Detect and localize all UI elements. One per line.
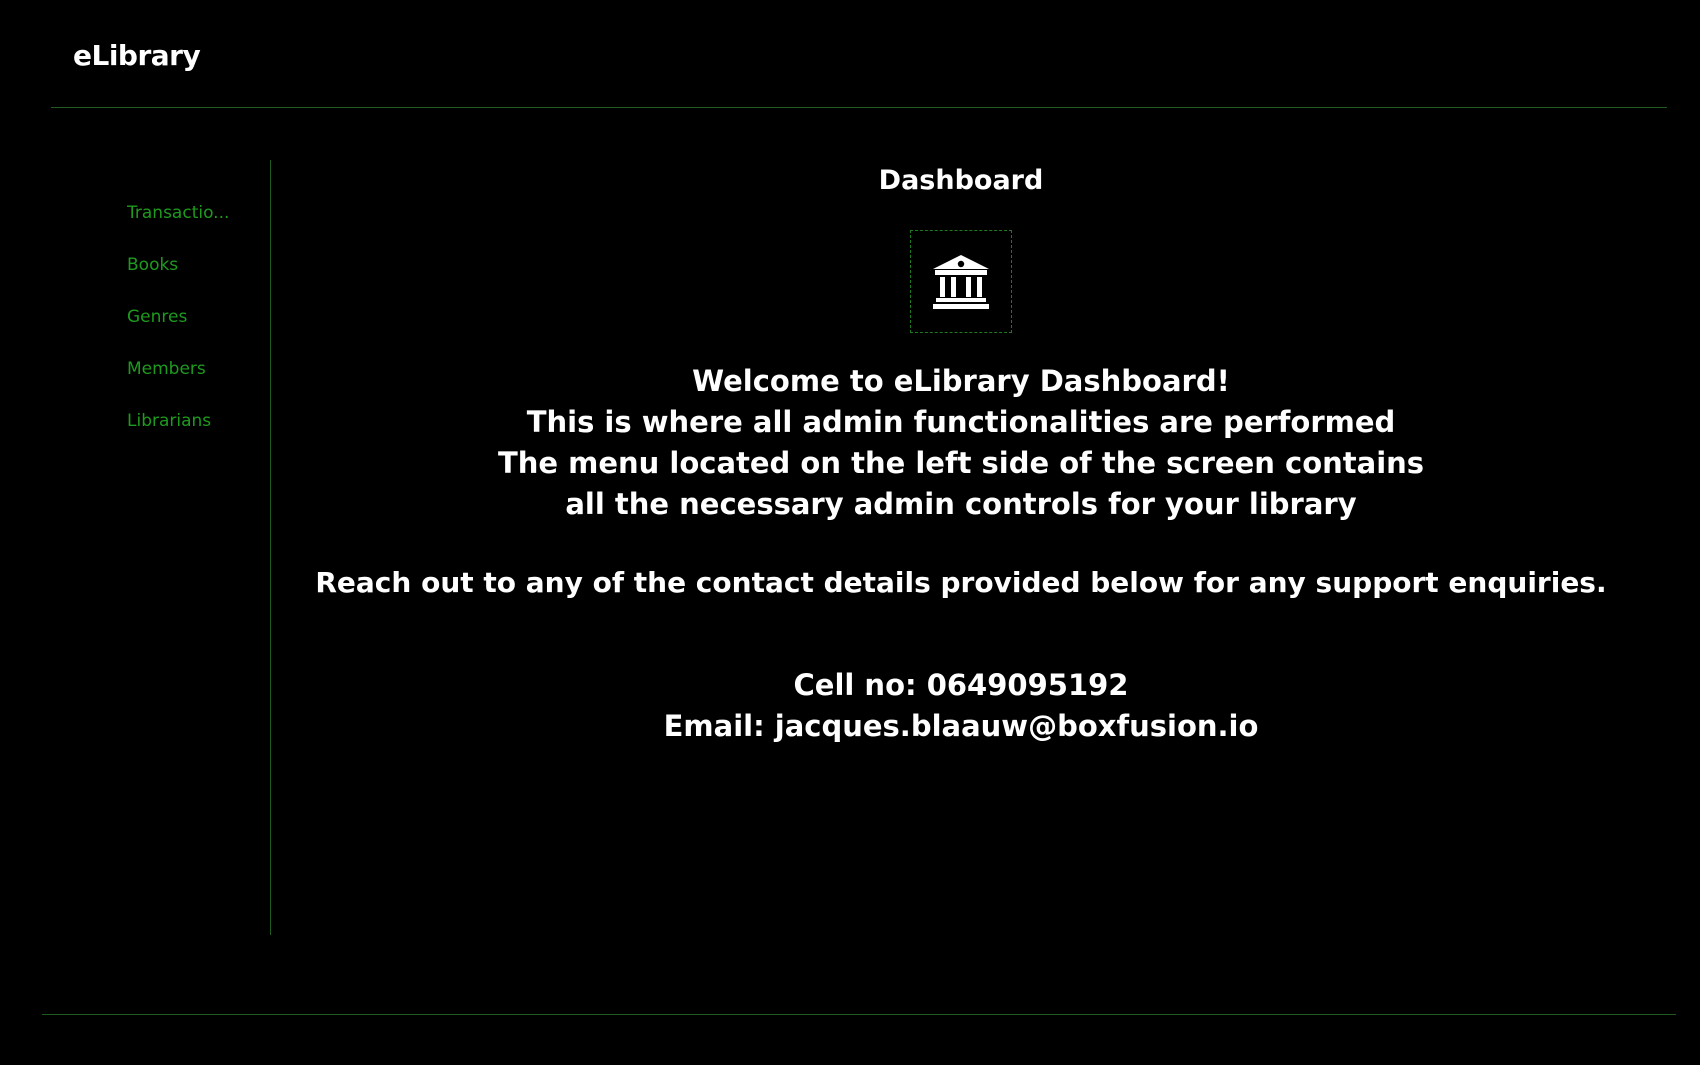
sidebar-item-librarians[interactable]: Librarians (127, 408, 237, 460)
contact-email: Email: jacques.blaauw@boxfusion.io (663, 709, 1259, 743)
bank-icon (933, 254, 989, 309)
welcome-line: Welcome to eLibrary Dashboard! (692, 364, 1230, 398)
app-brand[interactable]: eLibrary (73, 38, 201, 74)
sidebar-menu: Transactio... Books Genres Members Libra… (127, 200, 237, 460)
sidebar-item-books[interactable]: Books (127, 252, 237, 304)
support-message: Reach out to any of the contact details … (315, 566, 1607, 599)
app-root: eLibrary Transactio... Books Genres Memb… (0, 0, 1700, 1065)
sidebar-item-genres[interactable]: Genres (127, 304, 237, 356)
dashboard-icon-box (910, 230, 1012, 333)
welcome-line: This is where all admin functionalities … (526, 405, 1396, 439)
main-content: Dashboard Welcome to eLibrary Dashboard!… (271, 160, 1651, 935)
welcome-line: all the necessary admin controls for you… (565, 487, 1357, 521)
sidebar-item-members[interactable]: Members (127, 356, 237, 408)
header-divider (51, 107, 1667, 108)
contact-details: Cell no: 0649095192 Email: jacques.blaau… (271, 665, 1651, 747)
sidebar-item-transactions[interactable]: Transactio... (127, 200, 237, 252)
footer-divider (42, 1014, 1676, 1015)
welcome-line: The menu located on the left side of the… (497, 446, 1425, 480)
welcome-message: Welcome to eLibrary Dashboard! This is w… (271, 361, 1651, 525)
contact-cell: Cell no: 0649095192 (793, 668, 1129, 702)
sidebar: Transactio... Books Genres Members Libra… (0, 160, 270, 935)
page-title: Dashboard (878, 165, 1044, 196)
